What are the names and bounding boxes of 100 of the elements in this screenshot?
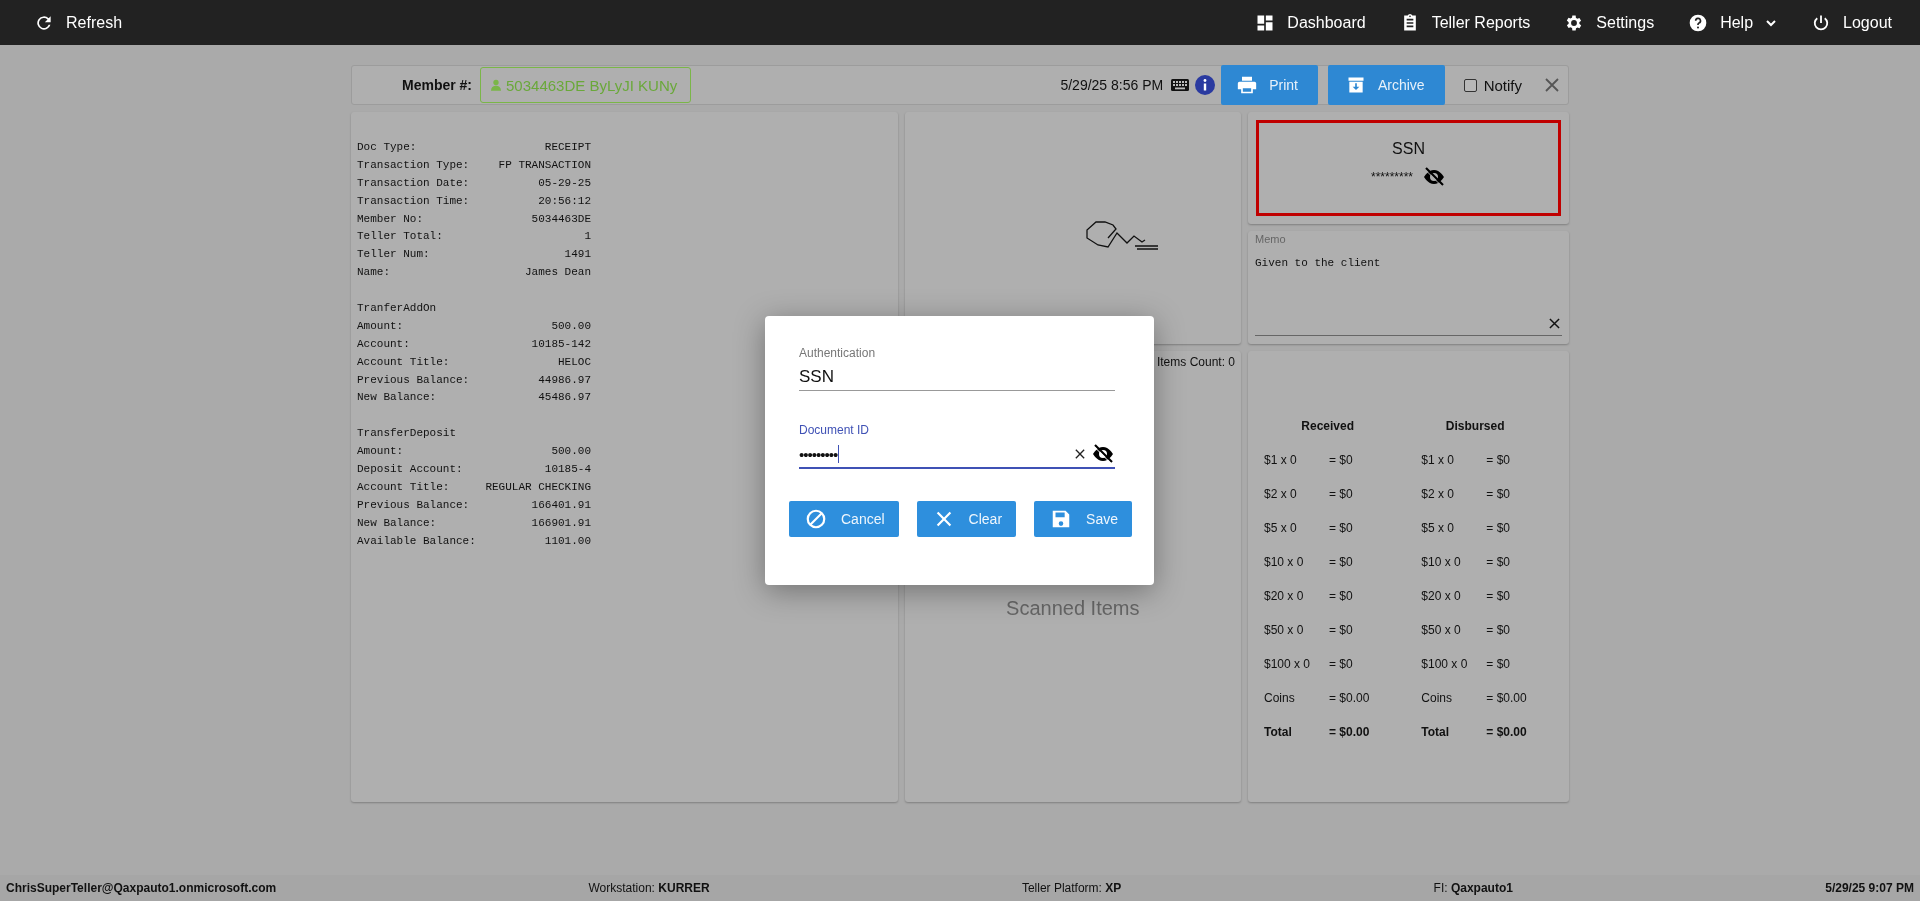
amount-value: = $0	[1486, 453, 1511, 467]
status-text: ChrisSuperTeller@Qaxpauto1.onmicrosoft.com	[6, 881, 277, 895]
receipt-value: 1491	[564, 247, 591, 263]
menu-link[interactable]: Dashboard	[1255, 12, 1366, 33]
amount-value: = $0.00	[1329, 691, 1370, 705]
denomination-label: Total	[1421, 725, 1451, 739]
help-icon	[1688, 12, 1709, 33]
receipt-value: REGULAR CHECKING	[485, 479, 591, 495]
amount-value: = $0	[1329, 487, 1353, 501]
amount-value: = $0	[1486, 521, 1511, 535]
input-field[interactable]: SSN	[799, 364, 1115, 391]
show-button[interactable]	[1422, 165, 1446, 189]
field-label: Document ID	[799, 423, 871, 437]
receipt-value: 1101.00	[544, 533, 591, 549]
items-count: Items Count: 0	[1156, 355, 1235, 369]
receipt-label: Transaction Type:	[357, 157, 470, 173]
receipt-value: 20:56:12	[538, 193, 591, 209]
receipt-value: 500.00	[551, 444, 591, 460]
receipt-label: Name:	[357, 265, 390, 281]
amount-value: = $0	[1486, 657, 1511, 671]
denomination-label: $1 x 0	[1264, 453, 1298, 467]
amount-value: = $0	[1329, 623, 1353, 637]
denomination-label: $5 x 0	[1264, 521, 1298, 535]
amount-value: = $0.00	[1329, 725, 1370, 739]
member-label: Member #:	[402, 77, 473, 93]
denomination-label: Coins	[1264, 691, 1296, 705]
amount-value: = $0.00	[1486, 725, 1527, 739]
eye-off-icon	[1091, 442, 1115, 466]
denomination-label: $50 x 0	[1264, 623, 1305, 637]
receipt-label: Transaction Time:	[357, 193, 470, 209]
date-time: 5/29/25 8:56 PM	[1060, 77, 1164, 93]
menu-link[interactable]: Help	[1688, 12, 1778, 33]
receipt-value: 44986.97	[538, 372, 591, 388]
receipt-value: 1	[584, 229, 591, 245]
printer-icon	[1237, 75, 1258, 95]
close-icon	[1549, 318, 1560, 329]
receipt-label: Deposit Account:	[357, 462, 463, 478]
receipt-label: Amount:	[357, 444, 404, 460]
denomination-label: $2 x 0	[1421, 487, 1456, 501]
receipt-label: Teller Total:	[357, 229, 443, 245]
masked-value: *********	[1371, 170, 1413, 184]
receipt-label: Previous Balance:	[357, 372, 470, 388]
receipt-label: New Balance:	[357, 390, 437, 406]
input-field[interactable]: •••••••••	[799, 441, 1115, 469]
denomination-label: $50 x 0	[1421, 623, 1462, 637]
receipt-value: James Dean	[525, 265, 591, 281]
menu-link[interactable]: Settings	[1564, 12, 1655, 33]
amount-value: = $0	[1329, 521, 1353, 535]
menu-link[interactable]: Logout	[1811, 12, 1892, 33]
receipt-label: Available Balance:	[357, 533, 476, 549]
denomination-label: $20 x 0	[1421, 589, 1462, 603]
status-text: Workstation: KURRER	[588, 881, 710, 895]
amount-value: = $0	[1329, 589, 1353, 603]
receipt-value: 500.00	[551, 318, 591, 334]
denomination-label: $5 x 0	[1421, 521, 1456, 535]
receipt-label: Doc Type:	[357, 140, 417, 155]
amount-value: = $0	[1486, 487, 1511, 501]
field-label: Authentication	[799, 346, 877, 360]
receipt-label: Account Title:	[357, 354, 450, 370]
amount-value: = $0	[1329, 657, 1353, 671]
person-icon	[491, 79, 502, 91]
eye-off-icon	[1422, 165, 1446, 189]
denomination-label: $2 x 0	[1264, 487, 1298, 501]
memo-label: Memo	[1255, 233, 1287, 245]
clear-button[interactable]	[1549, 318, 1560, 329]
denomination-label: $1 x 0	[1421, 453, 1456, 467]
denomination-label: Coins	[1421, 691, 1453, 705]
receipt-value: FP TRANSACTION	[498, 157, 591, 173]
receipt-heading: TransferDeposit	[357, 426, 458, 442]
denomination-label: $100 x 0	[1264, 657, 1312, 671]
denomination-label: $20 x 0	[1264, 589, 1305, 603]
memo-field[interactable]: Given to the client	[1255, 245, 1562, 336]
refresh-button[interactable]: Refresh	[34, 12, 123, 33]
receipt-label: Account Title:	[357, 479, 450, 495]
keyboard-icon	[1171, 79, 1190, 91]
close-icon	[1545, 78, 1559, 92]
menu-link[interactable]: Teller Reports	[1399, 12, 1531, 33]
info-icon	[1195, 75, 1216, 95]
receipt-value: 166401.91	[531, 497, 591, 513]
notify-checkbox[interactable]: Notify	[1463, 76, 1522, 94]
receipt-label: New Balance:	[357, 515, 437, 531]
amount-value: = $0	[1486, 589, 1511, 603]
receipt-label: Account:	[357, 336, 410, 352]
receipt-label: Teller Num:	[357, 247, 430, 263]
receipt-value: 45486.97	[538, 390, 591, 406]
amount-value: = $0.00	[1486, 691, 1527, 705]
column-heading: Received	[1300, 419, 1355, 435]
denomination-label: Total	[1264, 725, 1293, 739]
receipt-value: HELOC	[558, 354, 591, 370]
receipt-value: 5034463DE	[531, 211, 591, 227]
status-text: 5/29/25 9:07 PM	[1825, 881, 1914, 895]
ssn-title: SSN	[1392, 140, 1425, 158]
amount-value: = $0	[1486, 555, 1511, 569]
amount-value: = $0	[1329, 555, 1353, 569]
status-text: Teller Platform: XP	[1021, 881, 1122, 895]
amount-value: = $0	[1486, 623, 1511, 637]
checkbox[interactable]	[1463, 78, 1477, 92]
amount-value: = $0	[1329, 453, 1353, 467]
receipt-value: 10185-142	[531, 336, 591, 352]
denomination-label: $10 x 0	[1421, 555, 1462, 569]
